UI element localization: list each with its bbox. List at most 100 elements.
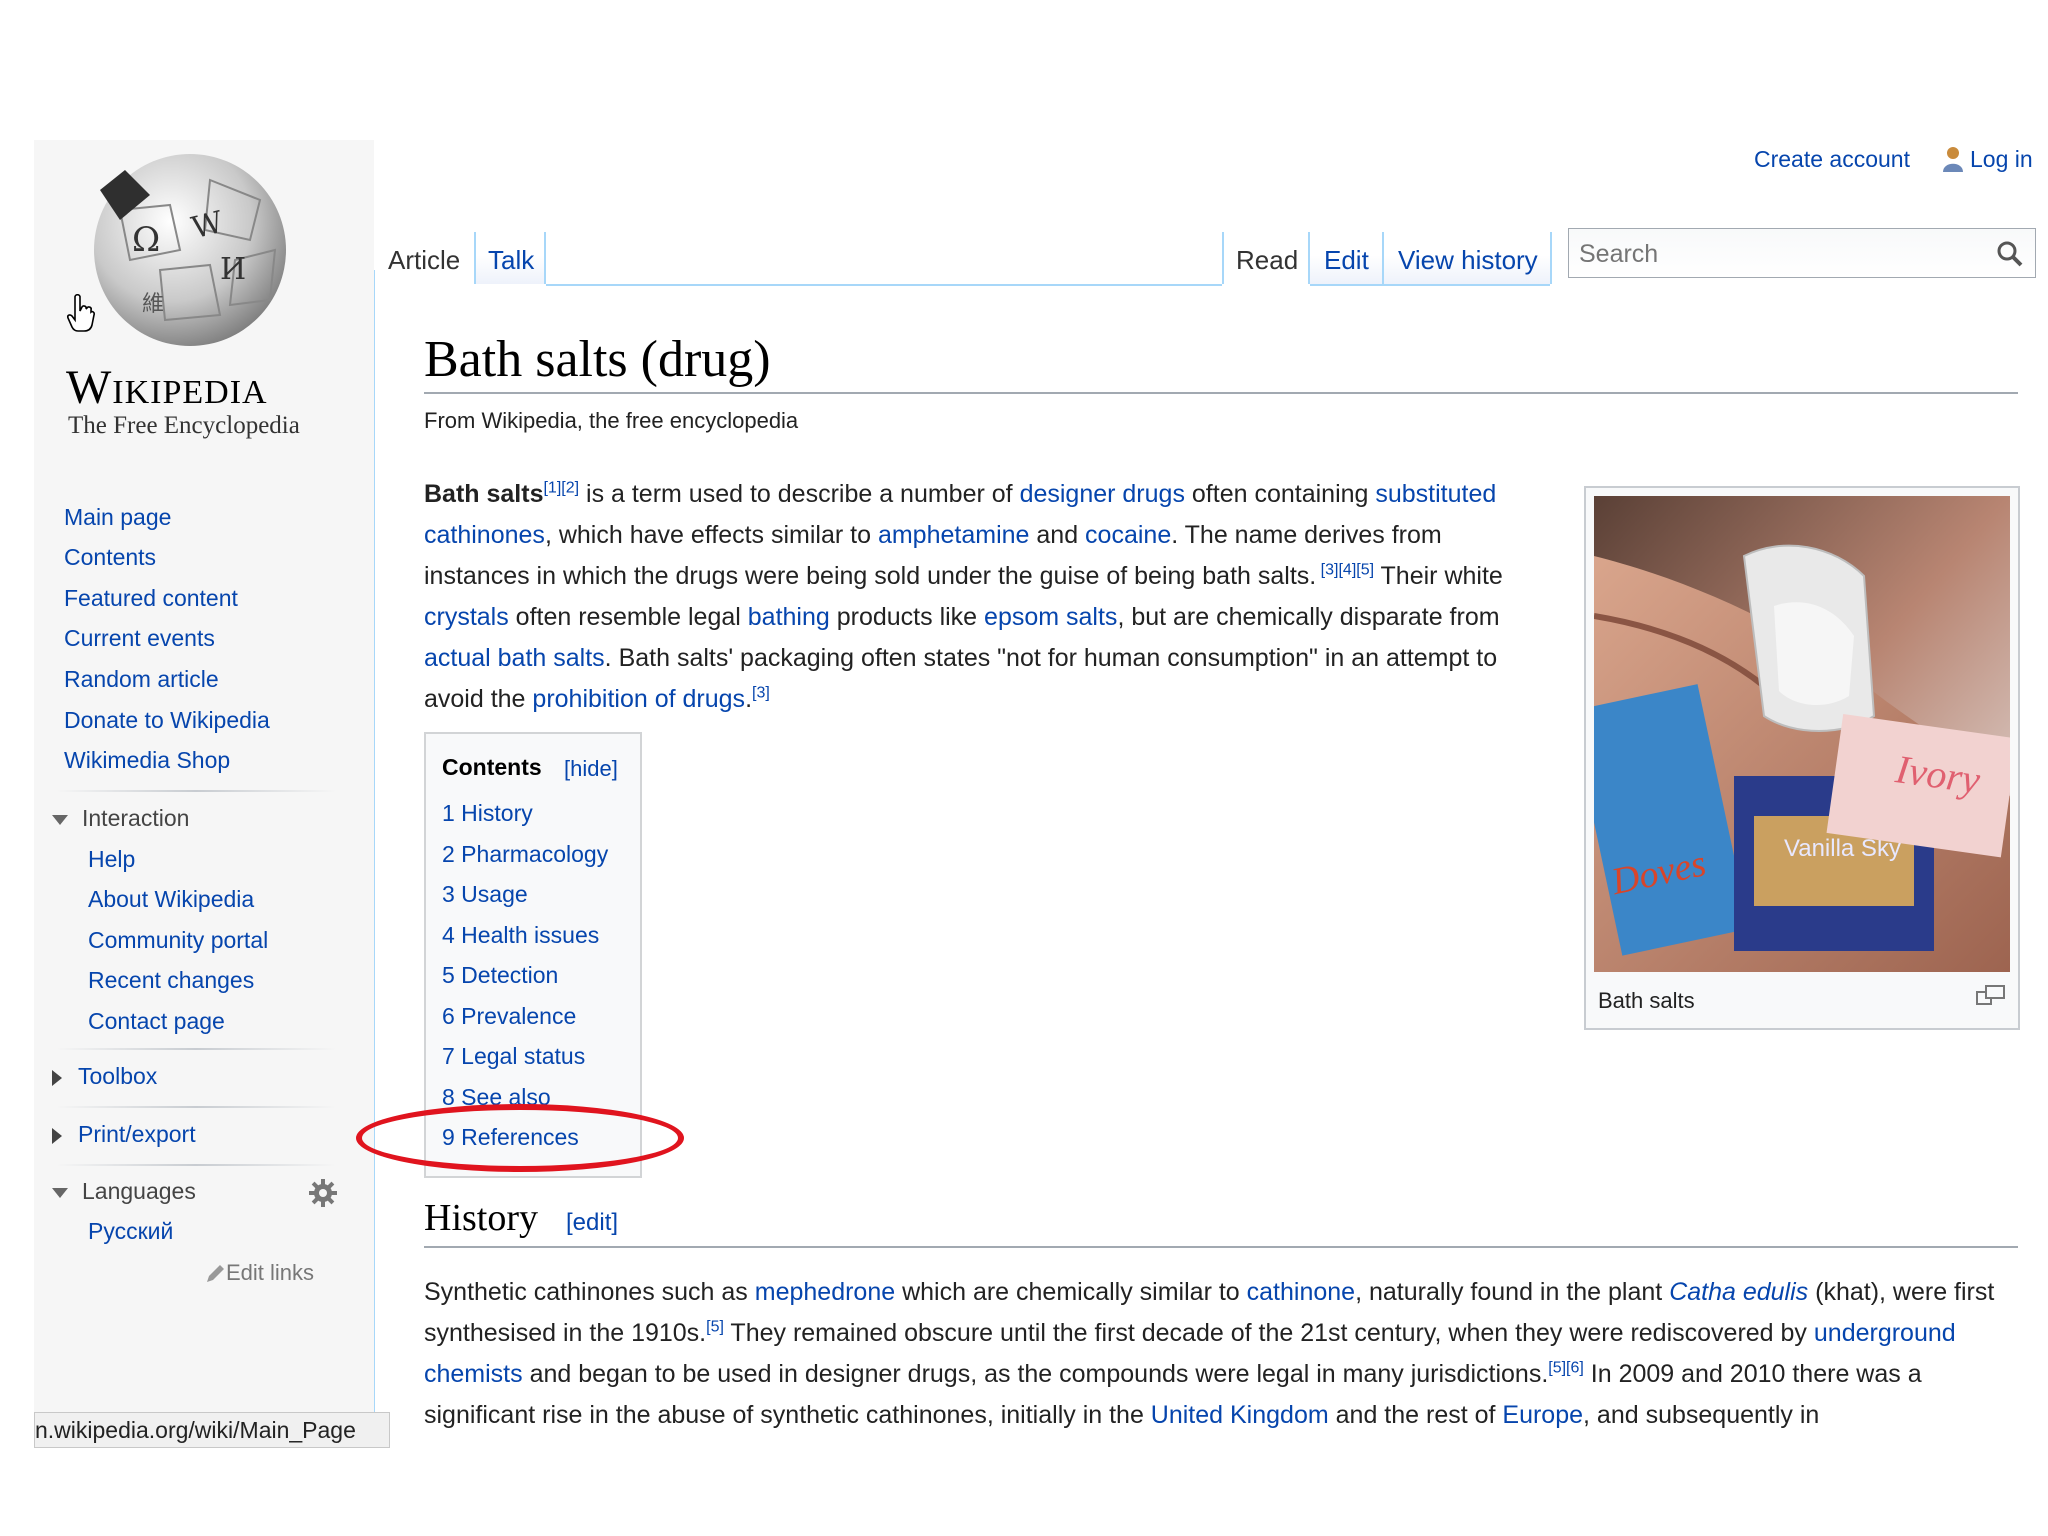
create-account-link[interactable]: Create account — [1754, 146, 1910, 173]
search-box[interactable] — [1568, 228, 2036, 278]
search-icon[interactable] — [1995, 239, 2025, 269]
image-caption: Bath salts — [1598, 988, 1695, 1013]
tab-read-label: Read — [1236, 245, 1299, 275]
paragraph-text: Synthetic cathinones such as — [424, 1278, 755, 1306]
nav-community-portal[interactable]: Community portal — [88, 927, 268, 954]
nav-contents[interactable]: Contents — [64, 544, 156, 571]
edit-links[interactable]: Edit links — [204, 1260, 314, 1286]
tab-bar-line — [546, 284, 1222, 286]
gear-icon[interactable] — [308, 1178, 338, 1208]
tab-divider — [544, 232, 546, 284]
tab-talk-label: Talk — [488, 245, 535, 275]
globe-glyph-omega: Ω — [132, 220, 161, 260]
tab-divider — [1550, 232, 1552, 284]
toc-item-usage[interactable]: 3 Usage — [442, 881, 528, 908]
status-bar-url: n.wikipedia.org/wiki/Main_Page — [34, 1412, 390, 1448]
citation-ref[interactable]: [1][2] — [543, 480, 579, 497]
article-link[interactable]: actual bath salts — [424, 644, 605, 672]
sidebar-divider — [56, 1106, 336, 1108]
article-link[interactable]: Europe — [1502, 1401, 1583, 1429]
site-subtitle: From Wikipedia, the free encyclopedia — [424, 408, 799, 433]
paragraph-text: , which have effects similar to — [544, 521, 878, 549]
logo-tagline: The Free Encyclopedia — [68, 412, 300, 439]
citation-ref[interactable]: [5] — [706, 1319, 724, 1336]
collapse-arrow-icon — [52, 814, 68, 825]
print-export-heading[interactable]: Print/export — [52, 1121, 196, 1148]
search-input[interactable] — [1577, 235, 1981, 273]
article-link[interactable]: epsom salts — [984, 603, 1117, 631]
expand-arrow-icon — [52, 1069, 62, 1086]
paragraph-text: Their white — [1374, 562, 1503, 590]
interaction-label: Interaction — [82, 805, 190, 831]
log-in-link[interactable]: Log in — [1970, 146, 2033, 173]
tab-article[interactable]: Article — [380, 212, 472, 284]
title-divider — [424, 392, 2018, 394]
history-heading-label: History — [424, 1197, 538, 1239]
history-edit-link[interactable]: [edit] — [566, 1209, 618, 1236]
history-paragraph: Synthetic cathinones such as mephedrone … — [424, 1272, 2024, 1436]
nav-contact-page[interactable]: Contact page — [88, 1008, 225, 1035]
highlight-ellipse — [356, 1104, 684, 1172]
paragraph-text: often containing — [1184, 480, 1376, 508]
nav-main-page[interactable]: Main page — [64, 504, 171, 531]
article-link[interactable]: amphetamine — [878, 521, 1029, 549]
nav-recent-changes[interactable]: Recent changes — [88, 967, 254, 994]
interaction-heading[interactable]: Interaction — [52, 805, 189, 832]
tab-bar-line — [1310, 284, 1550, 286]
nav-help[interactable]: Help — [88, 846, 135, 873]
lang-russian[interactable]: Русский — [88, 1218, 173, 1245]
toc-hide-toggle[interactable]: [hide] — [564, 756, 618, 782]
content-border — [374, 270, 375, 1440]
paragraph-text: is a term used to describe a number of — [579, 480, 1020, 508]
tab-view-history[interactable]: View history — [1384, 212, 1550, 284]
print-export-label: Print/export — [78, 1121, 196, 1147]
toc-item-legal-status[interactable]: 7 Legal status — [442, 1043, 585, 1070]
languages-label: Languages — [82, 1178, 196, 1204]
image-thumbnail[interactable]: Doves Vanilla Sky Ivory Bath salts — [1584, 486, 2020, 1030]
toolbox-heading[interactable]: Toolbox — [52, 1063, 157, 1090]
tab-edit[interactable]: Edit — [1310, 212, 1382, 284]
hand-cursor-icon — [67, 294, 95, 332]
nav-featured-content[interactable]: Featured content — [64, 585, 238, 612]
article-link[interactable]: cathinone — [1247, 1278, 1355, 1306]
section-heading-history: History [edit] — [424, 1196, 618, 1240]
wikipedia-logo[interactable]: Ω W И 維 Wikipedia The Free Encyclopedia — [60, 150, 330, 450]
article-link[interactable]: United Kingdom — [1151, 1401, 1329, 1429]
tab-view-history-label: View history — [1398, 245, 1538, 275]
toc-item-prevalence[interactable]: 6 Prevalence — [442, 1003, 576, 1030]
article-link[interactable]: designer drugs — [1020, 480, 1185, 508]
paragraph-text: and the rest of — [1328, 1401, 1503, 1429]
citation-ref[interactable]: [5][6] — [1548, 1360, 1584, 1377]
article-link[interactable]: crystals — [424, 603, 509, 631]
tab-read[interactable]: Read — [1224, 212, 1308, 284]
tab-edit-label: Edit — [1324, 245, 1369, 275]
paragraph-text: products like — [829, 603, 985, 631]
toolbox-label: Toolbox — [78, 1063, 158, 1089]
enlarge-icon[interactable] — [1976, 984, 2006, 1006]
article-link[interactable]: bathing — [748, 603, 830, 631]
sidebar-divider — [56, 1048, 336, 1050]
article-link[interactable]: prohibition of drugs — [532, 685, 745, 713]
article-link[interactable]: cocaine — [1085, 521, 1171, 549]
paragraph-text: They remained obscure until the first de… — [723, 1319, 1814, 1347]
toc-item-history[interactable]: 1 History — [442, 800, 533, 827]
collapse-arrow-icon — [52, 1187, 68, 1198]
citation-ref[interactable]: [3] — [752, 685, 770, 702]
paragraph-text: , and subsequently in — [1583, 1401, 1820, 1429]
nav-current-events[interactable]: Current events — [64, 625, 215, 652]
tab-talk[interactable]: Talk — [476, 212, 544, 284]
toc-item-pharmacology[interactable]: 2 Pharmacology — [442, 841, 608, 868]
nav-wikimedia-shop[interactable]: Wikimedia Shop — [64, 747, 230, 774]
sidebar-divider — [56, 1164, 336, 1166]
citation-ref[interactable]: [3][4][5] — [1316, 562, 1374, 579]
nav-about-wikipedia[interactable]: About Wikipedia — [88, 886, 254, 913]
nav-donate[interactable]: Donate to Wikipedia — [64, 707, 270, 734]
toc-item-health-issues[interactable]: 4 Health issues — [442, 922, 599, 949]
nav-random-article[interactable]: Random article — [64, 666, 219, 693]
article-link[interactable]: mephedrone — [755, 1278, 895, 1306]
bath-salts-photo[interactable]: Doves Vanilla Sky Ivory — [1594, 496, 2010, 972]
article-link[interactable]: Catha edulis — [1669, 1278, 1808, 1306]
languages-heading[interactable]: Languages — [52, 1178, 196, 1205]
bold-term: Bath salts — [424, 480, 544, 508]
toc-item-detection[interactable]: 5 Detection — [442, 962, 558, 989]
